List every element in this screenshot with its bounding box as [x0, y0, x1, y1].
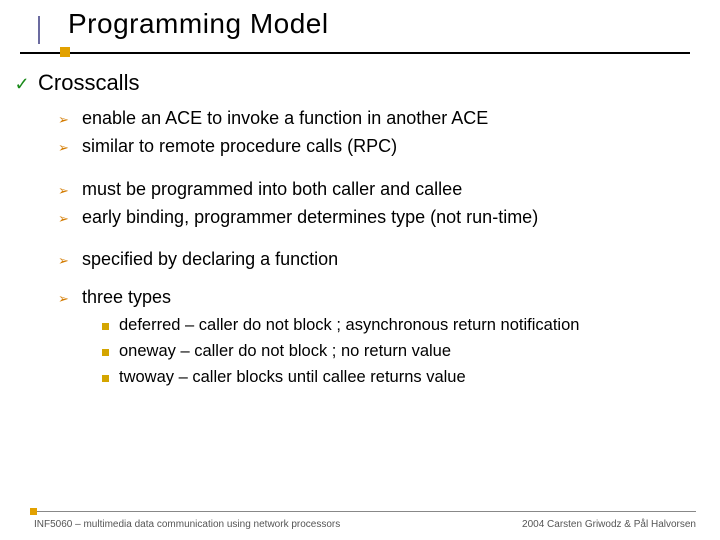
bullet-item: ➢ must be programmed into both caller an…	[14, 177, 696, 201]
heading-text: Crosscalls	[38, 70, 139, 96]
bullet-item: ➢ early binding, programmer determines t…	[14, 205, 696, 229]
bullet-item: ➢ three types	[14, 285, 696, 309]
bullet-text: must be programmed into both caller and …	[82, 177, 462, 201]
title-accent-square	[60, 47, 70, 57]
arrow-icon: ➢	[58, 210, 72, 228]
bullet-item: ➢ specified by declaring a function	[14, 247, 696, 271]
bullet-group: ➢ enable an ACE to invoke a function in …	[14, 106, 696, 159]
sub-bullet-text: deferred – caller do not block ; asynchr…	[119, 314, 579, 336]
footer-rule	[30, 511, 696, 512]
footer: INF5060 – multimedia data communication …	[0, 519, 720, 530]
sub-bullet-item: deferred – caller do not block ; asynchr…	[14, 314, 696, 336]
bullet-text: three types	[82, 285, 171, 309]
sub-bullet-text: oneway – caller do not block ; no return…	[119, 340, 451, 362]
title-underline	[20, 52, 690, 54]
bullet-item: ➢ enable an ACE to invoke a function in …	[14, 106, 696, 130]
arrow-icon: ➢	[58, 290, 72, 308]
slide-title: Programming Model	[68, 8, 720, 40]
square-icon	[102, 375, 109, 382]
bullet-text: early binding, programmer determines typ…	[82, 205, 538, 229]
bullet-group: ➢ three types deferred – caller do not b…	[14, 285, 696, 388]
footer-right: 2004 Carsten Griwodz & Pål Halvorsen	[522, 519, 696, 530]
arrow-icon: ➢	[58, 139, 72, 157]
title-area: Programming Model	[0, 0, 720, 52]
heading-row: ✓ Crosscalls	[14, 70, 696, 96]
title-left-accent	[38, 16, 40, 44]
content-area: ✓ Crosscalls ➢ enable an ACE to invoke a…	[0, 52, 720, 389]
bullet-text: enable an ACE to invoke a function in an…	[82, 106, 488, 130]
sub-bullet-item: oneway – caller do not block ; no return…	[14, 340, 696, 362]
sub-bullet-item: twoway – caller blocks until callee retu…	[14, 366, 696, 388]
bullet-text: specified by declaring a function	[82, 247, 338, 271]
arrow-icon: ➢	[58, 182, 72, 200]
bullet-item: ➢ similar to remote procedure calls (RPC…	[14, 134, 696, 158]
arrow-icon: ➢	[58, 252, 72, 270]
footer-accent-square	[30, 508, 37, 515]
footer-left: INF5060 – multimedia data communication …	[34, 519, 340, 530]
check-icon: ✓	[14, 75, 30, 93]
square-icon	[102, 323, 109, 330]
sub-bullet-text: twoway – caller blocks until callee retu…	[119, 366, 466, 388]
arrow-icon: ➢	[58, 111, 72, 129]
bullet-group: ➢ must be programmed into both caller an…	[14, 177, 696, 230]
bullet-group: ➢ specified by declaring a function	[14, 247, 696, 271]
square-icon	[102, 349, 109, 356]
bullet-text: similar to remote procedure calls (RPC)	[82, 134, 397, 158]
